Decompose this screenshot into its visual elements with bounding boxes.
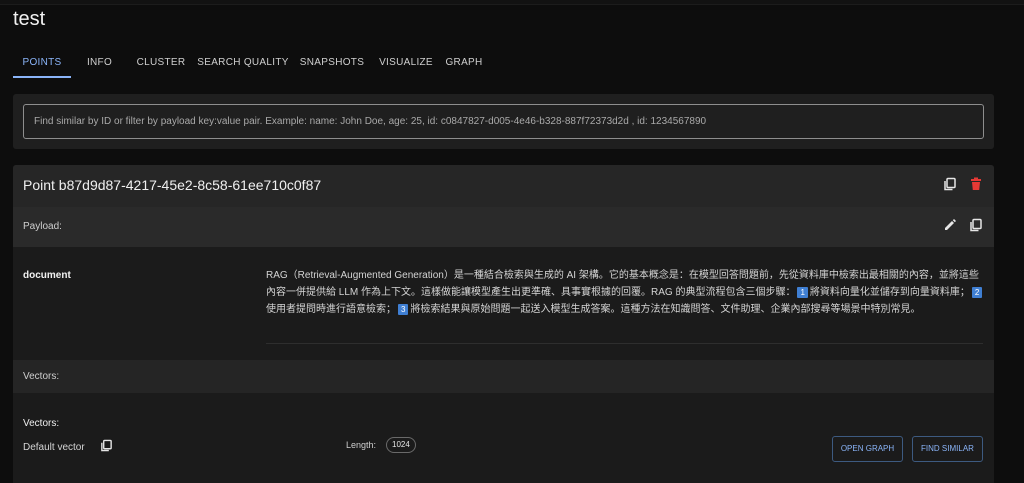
vector-name: Default vector [23, 442, 85, 453]
open-graph-button[interactable]: OPEN GRAPH [832, 436, 903, 462]
tab-cluster[interactable]: CLUSTER [128, 50, 194, 78]
vectors-header: Vectors: [13, 360, 994, 393]
point-title: Point b87d9d87-4217-45e2-8c58-61ee710c0f… [23, 177, 322, 193]
step-badge: 3 [398, 304, 409, 315]
payload-step-text: 使用者提問時進行語意檢索； [266, 304, 396, 315]
vectors-label: Vectors: [23, 418, 60, 429]
delete-point-button[interactable] [967, 177, 985, 195]
payload-value: RAG（Retrieval-Augmented Generation）是一種結合… [266, 267, 988, 318]
payload-header: Payload: [13, 207, 994, 247]
copy-vector-button[interactable] [97, 439, 115, 457]
collection-title: test [13, 8, 46, 30]
vector-length-label: Length: [346, 440, 377, 450]
step-badge: 1 [797, 287, 808, 298]
vectors-header-label: Vectors: [23, 371, 60, 382]
copy-icon [969, 218, 983, 237]
tab-bar: POINTS INFO CLUSTER SEARCH QUALITY SNAPS… [13, 50, 488, 78]
copy-icon [100, 439, 113, 457]
tab-snapshots[interactable]: SNAPSHOTS [292, 50, 372, 78]
top-bar [0, 0, 1024, 5]
payload-key: document [23, 270, 71, 281]
search-panel [13, 94, 994, 149]
divider [266, 343, 983, 344]
point-card-header: Point b87d9d87-4217-45e2-8c58-61ee710c0f… [13, 165, 994, 207]
payload-step-text: 將資料向量化並儲存到向量資料庫； [809, 287, 970, 298]
tab-visualize[interactable]: VISUALIZE [372, 50, 440, 78]
delete-icon [969, 177, 983, 196]
find-similar-button[interactable]: FIND SIMILAR [912, 436, 983, 462]
tab-graph[interactable]: GRAPH [440, 50, 488, 78]
point-card: Point b87d9d87-4217-45e2-8c58-61ee710c0f… [13, 165, 994, 483]
tab-points[interactable]: POINTS [13, 50, 71, 78]
payload-label: Payload: [23, 221, 62, 232]
edit-icon [943, 218, 957, 237]
vector-length-chip: 1024 [386, 437, 416, 453]
copy-icon [943, 177, 957, 196]
payload-step-text: 將檢索結果與原始問題一起送入模型生成答案。這種方法在知識問答、文件助理、企業內部… [410, 304, 921, 315]
copy-point-button[interactable] [941, 177, 959, 195]
tab-info[interactable]: INFO [71, 50, 128, 78]
step-badge: 2 [971, 287, 983, 298]
copy-payload-button[interactable] [967, 218, 985, 236]
tab-search-quality[interactable]: SEARCH QUALITY [194, 50, 292, 78]
search-input[interactable] [23, 104, 984, 139]
edit-payload-button[interactable] [941, 218, 959, 236]
